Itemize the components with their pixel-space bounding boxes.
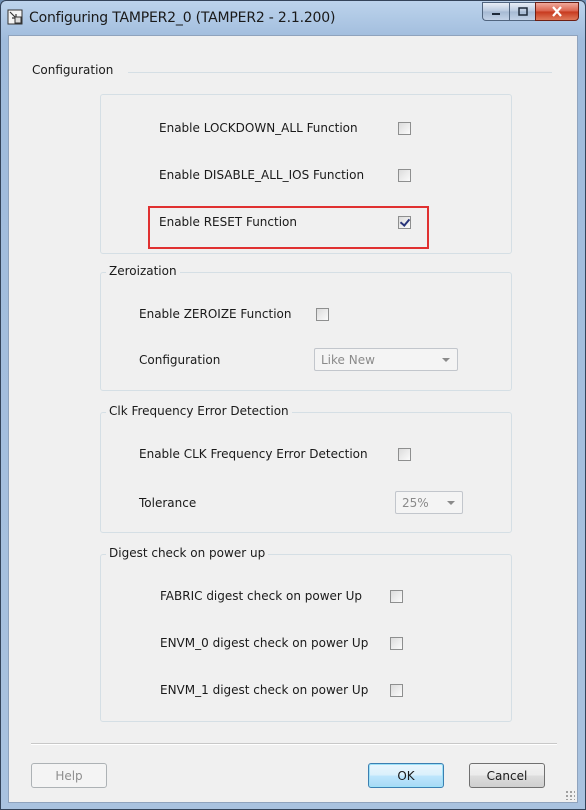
clk-frequency-title: Clk Frequency Error Detection [106,404,292,418]
window-title: Configuring TAMPER2_0 (TAMPER2 - 2.1.200… [29,10,336,26]
envm1-digest-checkbox[interactable] [390,684,403,697]
tolerance-select[interactable]: 25% [395,491,463,514]
highlight-box [148,206,429,249]
disable-all-ios-checkbox[interactable] [398,169,411,182]
maximize-icon [517,7,528,16]
digest-check-panel: Digest check on power up FABRIC digest c… [100,546,512,722]
zeroization-configuration-value: Like New [321,353,375,367]
configuration-legend: Configuration [32,63,117,77]
maximize-button[interactable] [509,2,535,21]
fabric-digest-checkbox[interactable] [390,590,403,603]
zeroize-label: Enable ZEROIZE Function [139,307,292,321]
zeroization-panel: Zeroization Enable ZEROIZE Function Conf… [100,264,512,391]
zeroize-checkbox[interactable] [316,308,329,321]
clk-frequency-panel: Clk Frequency Error Detection Enable CLK… [100,404,512,533]
zeroization-configuration-select[interactable]: Like New [314,348,458,371]
resize-grip-icon[interactable] [565,790,575,800]
dialog-body: Configuration Enable LOCKDOWN_ALL Functi… [8,35,578,803]
title-bar[interactable]: Configuring TAMPER2_0 (TAMPER2 - 2.1.200… [1,1,585,35]
zeroization-configuration-label: Configuration [139,353,221,367]
chevron-down-icon [447,501,455,505]
lockdown-all-checkbox[interactable] [398,122,411,135]
lockdown-all-label: Enable LOCKDOWN_ALL Function [159,121,358,135]
ok-button[interactable]: OK [368,763,444,788]
envm1-digest-label: ENVM_1 digest check on power Up [160,683,369,697]
cancel-button[interactable]: Cancel [469,763,545,788]
close-button[interactable] [535,2,579,21]
zeroization-title: Zeroization [106,264,180,278]
fabric-digest-label: FABRIC digest check on power Up [160,589,363,603]
minimize-icon [492,12,500,15]
help-button[interactable]: Help [31,763,107,788]
close-icon [552,6,562,17]
disable-all-ios-label: Enable DISABLE_ALL_IOS Function [159,168,365,182]
tolerance-value: 25% [402,496,429,510]
digest-check-title: Digest check on power up [106,546,269,560]
clk-frequency-checkbox[interactable] [398,448,411,461]
envm0-digest-label: ENVM_0 digest check on power Up [160,636,369,650]
minimize-button[interactable] [482,2,509,21]
configuration-divider [128,72,552,73]
tolerance-label: Tolerance [139,496,197,510]
footer-separator [31,743,557,745]
chevron-down-icon [442,358,450,362]
app-icon [7,9,23,25]
envm0-digest-checkbox[interactable] [390,637,403,650]
clk-frequency-label: Enable CLK Frequency Error Detection [139,447,368,461]
dialog-window: Configuring TAMPER2_0 (TAMPER2 - 2.1.200… [0,0,586,810]
